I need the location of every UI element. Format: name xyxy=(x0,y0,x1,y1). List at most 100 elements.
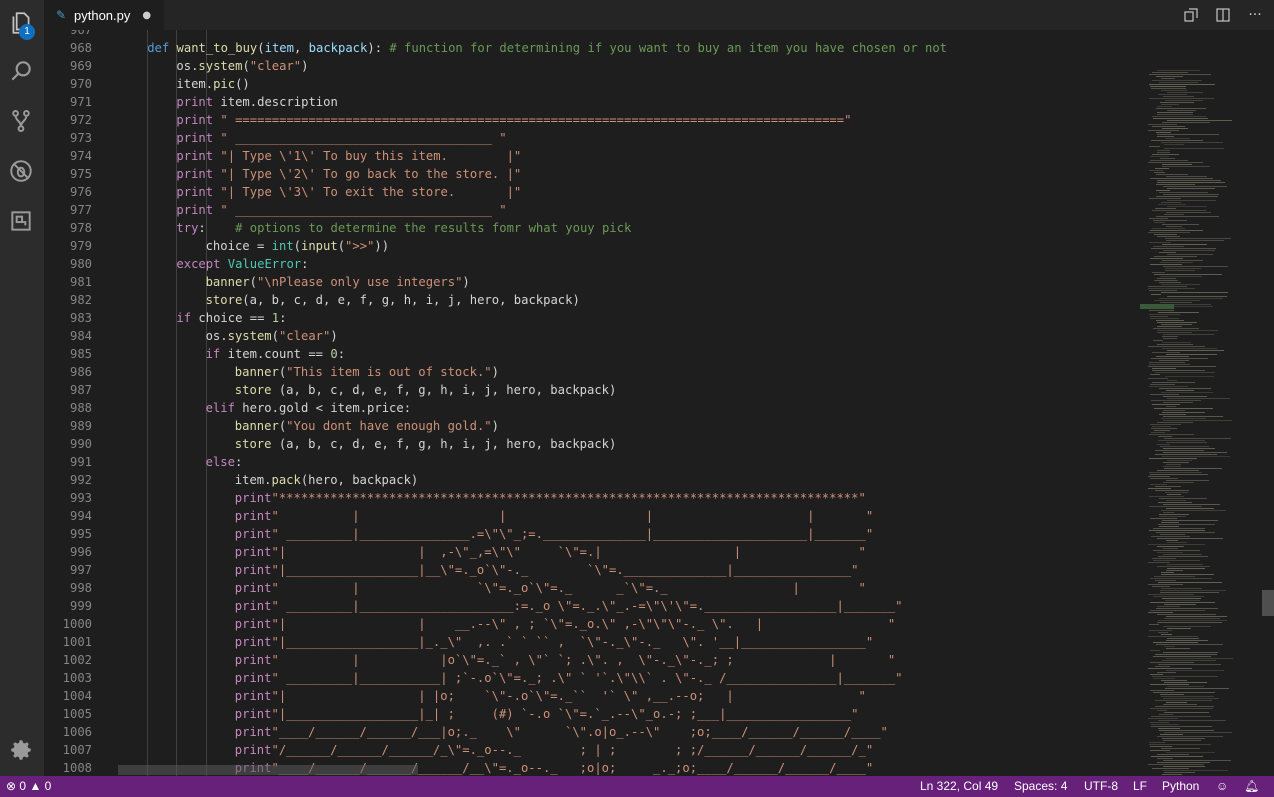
minimap-line xyxy=(1156,108,1206,109)
code-line[interactable]: 999 print" _________|____________________… xyxy=(44,597,1140,615)
encoding[interactable]: UTF-8 xyxy=(1084,776,1118,797)
code-line[interactable]: 987 store (a, b, c, d, e, f, g, h, i, j, … xyxy=(44,381,1140,399)
code-line[interactable]: 979 choice = int(input(">>")) xyxy=(44,237,1140,255)
minimap-line xyxy=(1167,206,1207,207)
line-ending[interactable]: LF xyxy=(1133,776,1147,797)
minimap-line xyxy=(1156,320,1184,321)
minimap-line xyxy=(1150,478,1178,479)
problems-indicator[interactable]: ⊗ 0 ▲ 0 xyxy=(6,776,51,797)
minimap-line xyxy=(1153,328,1199,329)
cursor-position[interactable]: Ln 322, Col 49 xyxy=(920,776,998,797)
code-line[interactable]: 1001 print"|__________________|_._\" ,. .… xyxy=(44,633,1140,651)
code-line[interactable]: 982 store(a, b, c, d, e, f, g, h, i, j, h… xyxy=(44,291,1140,309)
code-line[interactable]: 1006 print"____/______/______/___|o;._ \"… xyxy=(44,723,1140,741)
code-line[interactable]: 971 print item.description xyxy=(44,93,1140,111)
code-line[interactable]: 972 print " =============================… xyxy=(44,111,1140,129)
code-line[interactable]: 976 print "| Type \'3\' To exit the store… xyxy=(44,183,1140,201)
code-line[interactable]: 984 os.system("clear") xyxy=(44,327,1140,345)
minimap-line xyxy=(1150,318,1179,319)
settings-gear-icon[interactable] xyxy=(6,735,36,765)
code-line[interactable]: 983 if choice == 1: xyxy=(44,309,1140,327)
minimap-line xyxy=(1153,550,1200,551)
code-line[interactable]: 985 if item.count == 0: xyxy=(44,345,1140,363)
vertical-scrollbar[interactable] xyxy=(1260,30,1274,776)
minimap-line xyxy=(1150,264,1182,265)
source-control-icon[interactable] xyxy=(6,106,36,136)
minimap-line xyxy=(1150,690,1174,691)
code-line[interactable]: 992 item.pack(hero, backpack) xyxy=(44,471,1140,489)
code-line[interactable]: 991 else: xyxy=(44,453,1140,471)
code-line[interactable]: 993 print"*******************************… xyxy=(44,489,1140,507)
code-line[interactable]: 1000 print"| | __.--\" , ; `\"=._o.\" ,-\… xyxy=(44,615,1140,633)
code-text: print " ________________________________… xyxy=(176,203,507,217)
minimap-line xyxy=(1166,500,1186,501)
code-text: print " ________________________________… xyxy=(176,131,507,145)
unsaved-dot-icon[interactable]: ● xyxy=(142,10,151,21)
code-line[interactable]: 988 elif hero.gold < item.price: xyxy=(44,399,1140,417)
tab-python-file[interactable]: ✎ python.py ● xyxy=(44,0,164,30)
minimap-line xyxy=(1166,570,1183,571)
code-line[interactable]: 970 item.pic() xyxy=(44,75,1140,93)
code-text: print "| Type \'3\' To exit the store. |… xyxy=(176,185,522,199)
split-editor-icon[interactable] xyxy=(1214,6,1232,24)
code-line[interactable]: 968 def want_to_buy(item, backpack): # fu… xyxy=(44,39,1140,57)
minimap-line xyxy=(1148,488,1171,489)
minimap-line xyxy=(1155,208,1176,209)
minimap-line xyxy=(1162,598,1201,599)
code-line[interactable]: 977 print " _____________________________… xyxy=(44,201,1140,219)
scrollbar-thumb[interactable] xyxy=(1262,590,1274,616)
minimap-line xyxy=(1155,700,1212,701)
minimap-line xyxy=(1157,114,1193,115)
code-line[interactable]: 980 except ValueError: xyxy=(44,255,1140,273)
code-editor[interactable]: 967 968 def want_to_buy(item, backpack): … xyxy=(44,30,1140,776)
minimap-line xyxy=(1163,760,1231,761)
more-actions-icon[interactable]: ··· xyxy=(1246,6,1264,24)
minimap-line xyxy=(1148,476,1170,477)
extensions-icon[interactable] xyxy=(6,206,36,236)
minimap-line xyxy=(1151,248,1216,249)
language-mode[interactable]: Python xyxy=(1162,776,1199,797)
minimap-line xyxy=(1151,88,1186,89)
code-line[interactable]: 981 banner("\nPlease only use integers") xyxy=(44,273,1140,291)
notifications-bell-icon[interactable]: 🔔︎ xyxy=(1244,776,1259,797)
search-icon[interactable] xyxy=(6,56,36,86)
horizontal-scrollbar[interactable] xyxy=(118,765,418,775)
code-line[interactable]: 997 print"|__________________|__\"=._o`\"… xyxy=(44,561,1140,579)
minimap-line xyxy=(1150,394,1179,395)
code-line[interactable]: 975 print "| Type \'2\' To go back to the… xyxy=(44,165,1140,183)
code-text: print "| Type \'2\' To go back to the st… xyxy=(176,167,522,181)
code-line[interactable]: 989 banner("You dont have enough gold.") xyxy=(44,417,1140,435)
minimap-line xyxy=(1158,664,1221,665)
code-line[interactable]: 998 print" | `\"=._o`\"=._ _`\"=._ | " xyxy=(44,579,1140,597)
minimap-line xyxy=(1164,214,1184,215)
code-line[interactable]: 1003 print" _________|___________| ;`-.o`… xyxy=(44,669,1140,687)
code-line[interactable]: 973 print " _____________________________… xyxy=(44,129,1140,147)
code-line[interactable]: 969 os.system("clear") xyxy=(44,57,1140,75)
line-number: 1008 xyxy=(62,761,92,775)
code-line[interactable]: 974 print "| Type \'1\' To buy this item.… xyxy=(44,147,1140,165)
code-line[interactable]: 1004 print"| | |o; `\"-.o`\"=._`` '` \" ,… xyxy=(44,687,1140,705)
minimap-viewport[interactable] xyxy=(1140,304,1174,309)
code-line[interactable]: 1007 print"/______/______/______/_\"=._o-… xyxy=(44,741,1140,759)
line-number: 977 xyxy=(69,203,92,217)
code-line[interactable]: 1005 print"|__________________|_| ; (#) `… xyxy=(44,705,1140,723)
minimap-line xyxy=(1150,484,1167,485)
debug-icon[interactable] xyxy=(6,156,36,186)
minimap[interactable] xyxy=(1140,30,1260,776)
code-line[interactable]: 1002 print" | |o`\"=._` , \"` `; .\". , \… xyxy=(44,651,1140,669)
code-line[interactable]: 986 banner("This item is out of stock.") xyxy=(44,363,1140,381)
code-line[interactable]: 990 store (a, b, c, d, e, f, g, h, i, j, … xyxy=(44,435,1140,453)
minimap-line xyxy=(1163,770,1228,771)
open-changes-icon[interactable] xyxy=(1182,6,1200,24)
code-line[interactable]: 978 try: # options to determine the resul… xyxy=(44,219,1140,237)
code-text: store (a, b, c, d, e, f, g, h, i, j, her… xyxy=(234,437,617,451)
code-line[interactable]: 996 print"| | ,-\"_,=\"\" `\"=.| | " xyxy=(44,543,1140,561)
feedback-smiley-icon[interactable]: ☺ xyxy=(1216,776,1228,797)
minimap-line xyxy=(1154,576,1195,577)
minimap-line xyxy=(1157,332,1192,333)
code-line[interactable]: 994 print" | | | | " xyxy=(44,507,1140,525)
minimap-line xyxy=(1166,540,1178,541)
indentation[interactable]: Spaces: 4 xyxy=(1014,776,1067,797)
minimap-line xyxy=(1152,558,1176,559)
code-line[interactable]: 995 print" _________|_______________.=\"\… xyxy=(44,525,1140,543)
